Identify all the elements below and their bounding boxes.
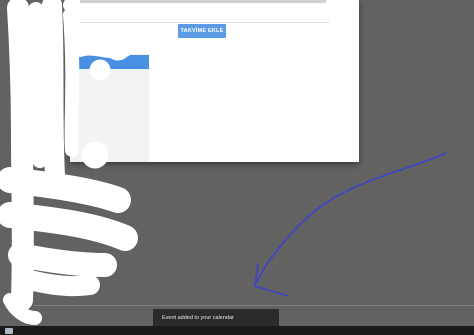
add-to-calendar-button[interactable]: TAKVİME EKLE <box>178 24 226 38</box>
taskbar <box>0 326 474 335</box>
dialog-side-panel <box>70 54 149 162</box>
dialog-divider <box>80 22 342 23</box>
dialog-header-strip <box>80 0 342 3</box>
app-icon[interactable] <box>5 328 13 334</box>
bottom-divider <box>34 305 474 306</box>
toast-message: Event added to your calendar <box>162 314 234 321</box>
snackbar-toast: Event added to your calendar <box>153 309 279 326</box>
side-panel-selected-item[interactable] <box>70 55 149 69</box>
